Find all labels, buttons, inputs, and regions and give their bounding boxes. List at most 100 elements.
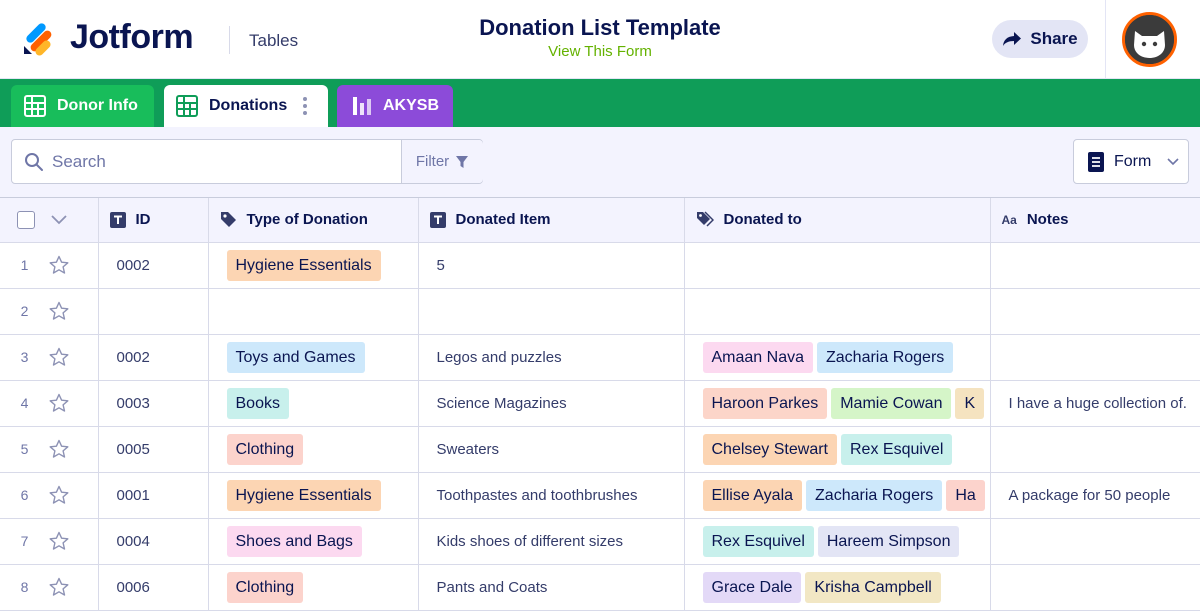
cell-donated-item[interactable]: Legos and puzzles bbox=[418, 334, 685, 381]
donation-type-tag: Books bbox=[226, 387, 289, 419]
search-box: Filter bbox=[11, 139, 483, 184]
text-type-icon bbox=[429, 211, 446, 228]
cell-donated-to[interactable]: Grace Dale Krisha Campbell bbox=[684, 564, 991, 611]
table-body: 1 0002 Hygiene Essentials 5 2 3 0002 Toys and G… bbox=[0, 242, 1200, 611]
chevron-down-icon[interactable] bbox=[51, 215, 67, 225]
cell-notes[interactable] bbox=[990, 426, 1200, 473]
table-row[interactable]: 7 0004 Shoes and Bags Kids shoes of differe… bbox=[0, 518, 1200, 565]
table-row[interactable]: 1 0002 Hygiene Essentials 5 bbox=[0, 242, 1200, 289]
column-label: ID bbox=[135, 211, 151, 229]
cell-type-of-donation[interactable]: Toys and Games bbox=[208, 334, 419, 381]
cell-id[interactable]: 0006 bbox=[98, 564, 209, 611]
cell-type-of-donation[interactable]: Shoes and Bags bbox=[208, 518, 419, 565]
cell-type-of-donation[interactable] bbox=[208, 288, 419, 335]
star-icon[interactable] bbox=[49, 301, 69, 321]
donation-type-tag: Clothing bbox=[226, 571, 304, 603]
cell-id[interactable]: 0002 bbox=[98, 242, 209, 289]
cell-donated-to[interactable]: Chelsey Stewart Rex Esquivel bbox=[684, 426, 991, 473]
search-input[interactable] bbox=[52, 140, 400, 183]
view-form-link[interactable]: View This Form bbox=[548, 43, 652, 60]
table-row[interactable]: 6 0001 Hygiene Essentials Toothpastes and t… bbox=[0, 472, 1200, 519]
star-icon[interactable] bbox=[49, 347, 69, 367]
jotform-logo-icon bbox=[24, 22, 52, 56]
cell-id[interactable]: 0004 bbox=[98, 518, 209, 565]
cell-id[interactable]: 0001 bbox=[98, 472, 209, 519]
cell-type-of-donation[interactable]: Clothing bbox=[208, 564, 419, 611]
cell-type-of-donation[interactable]: Hygiene Essentials bbox=[208, 472, 419, 519]
cell-type-of-donation[interactable]: Books bbox=[208, 380, 419, 427]
cell-notes[interactable] bbox=[990, 334, 1200, 381]
cell-type-of-donation[interactable]: Hygiene Essentials bbox=[208, 242, 419, 289]
form-view-button[interactable]: Form bbox=[1073, 139, 1189, 184]
cell-notes[interactable] bbox=[990, 564, 1200, 611]
cell-donated-to[interactable]: Amaan Nava Zacharia Rogers bbox=[684, 334, 991, 381]
row-number: 1 bbox=[20, 257, 29, 273]
cell-donated-item[interactable]: Science Magazines bbox=[418, 380, 685, 427]
tab-akysb[interactable]: AKYSB bbox=[337, 85, 453, 127]
cell-donated-item[interactable]: Pants and Coats bbox=[418, 564, 685, 611]
filter-funnel-icon bbox=[456, 155, 469, 168]
grid-icon bbox=[176, 95, 198, 117]
star-icon[interactable] bbox=[49, 255, 69, 275]
cell-type-of-donation[interactable]: Clothing bbox=[208, 426, 419, 473]
cell-notes[interactable]: I have a huge collection of. bbox=[990, 380, 1200, 427]
column-header-type-of-donation[interactable]: Type of Donation bbox=[208, 198, 419, 243]
cell-id[interactable]: 0005 bbox=[98, 426, 209, 473]
donor-name-tag: Ellise Ayala bbox=[702, 479, 803, 511]
column-header-notes[interactable]: Aa Notes bbox=[990, 198, 1200, 243]
column-label: Notes bbox=[1026, 211, 1069, 229]
column-header-donated-to[interactable]: Donated to bbox=[684, 198, 991, 243]
table-row[interactable]: 5 0005 Clothing Sweaters Chelsey Stewart Rex … bbox=[0, 426, 1200, 473]
select-all-checkbox[interactable] bbox=[17, 210, 35, 229]
header-divider bbox=[229, 26, 230, 54]
table-row[interactable]: 2 bbox=[0, 288, 1200, 335]
cell-notes[interactable] bbox=[990, 518, 1200, 565]
star-icon[interactable] bbox=[49, 393, 69, 413]
table-row[interactable]: 3 0002 Toys and Games Legos and puzzles Amaa… bbox=[0, 334, 1200, 381]
logo-text: Jotform bbox=[70, 18, 194, 56]
column-label: Donated to bbox=[723, 211, 802, 229]
cell-donated-to[interactable]: Rex Esquivel Hareem Simpson bbox=[684, 518, 991, 565]
star-icon[interactable] bbox=[49, 577, 69, 597]
table-row[interactable]: 4 0003 Books Science Magazines Haroon Parkes… bbox=[0, 380, 1200, 427]
cell-notes[interactable] bbox=[990, 242, 1200, 289]
cell-id[interactable]: 0003 bbox=[98, 380, 209, 427]
cell-notes[interactable] bbox=[990, 288, 1200, 335]
chevron-down-icon bbox=[1167, 157, 1179, 165]
more-options-icon[interactable] bbox=[302, 96, 308, 116]
tags-icon bbox=[696, 211, 714, 227]
cell-donated-to[interactable] bbox=[684, 288, 991, 335]
star-icon[interactable] bbox=[49, 531, 69, 551]
share-button[interactable]: Share bbox=[992, 20, 1088, 58]
cell-donated-item[interactable]: Toothpastes and toothbrushes bbox=[418, 472, 685, 519]
tab-label: AKYSB bbox=[383, 97, 440, 114]
cell-donated-item[interactable]: Kids shoes of different sizes bbox=[418, 518, 685, 565]
cell-donated-item[interactable] bbox=[418, 288, 685, 335]
filter-button[interactable]: Filter bbox=[401, 140, 483, 183]
user-avatar[interactable] bbox=[1122, 12, 1177, 67]
cell-donated-to[interactable]: Ellise Ayala Zacharia Rogers Ha bbox=[684, 472, 991, 519]
tab-label: Donations bbox=[209, 97, 288, 114]
cell-donated-item[interactable]: 5 bbox=[418, 242, 685, 289]
tab-donations[interactable]: Donations bbox=[164, 85, 328, 127]
star-icon[interactable] bbox=[49, 439, 69, 459]
product-name[interactable]: Tables bbox=[249, 31, 298, 51]
column-label: Donated Item bbox=[455, 211, 551, 229]
cell-donated-to[interactable] bbox=[684, 242, 991, 289]
star-icon[interactable] bbox=[49, 485, 69, 505]
cell-id[interactable] bbox=[98, 288, 209, 335]
cell-donated-to[interactable]: Haroon Parkes Mamie Cowan K bbox=[684, 380, 991, 427]
header-separator bbox=[1105, 0, 1106, 79]
tab-donor-info[interactable]: Donor Info bbox=[11, 85, 154, 127]
donation-type-tag: Shoes and Bags bbox=[226, 525, 362, 557]
column-header-id[interactable]: ID bbox=[98, 198, 209, 243]
row-control-cell: 3 bbox=[0, 334, 99, 381]
cell-id[interactable]: 0002 bbox=[98, 334, 209, 381]
cell-donated-item[interactable]: Sweaters bbox=[418, 426, 685, 473]
page-title[interactable]: Donation List Template bbox=[400, 15, 800, 41]
cell-notes[interactable]: A package for 50 people bbox=[990, 472, 1200, 519]
column-header-donated-item[interactable]: Donated Item bbox=[418, 198, 685, 243]
table-row[interactable]: 8 0006 Clothing Pants and Coats Grace Dale Kr… bbox=[0, 564, 1200, 611]
jotform-logo[interactable]: Jotform bbox=[22, 18, 194, 57]
donor-name-tag: Krisha Campbell bbox=[805, 571, 941, 603]
